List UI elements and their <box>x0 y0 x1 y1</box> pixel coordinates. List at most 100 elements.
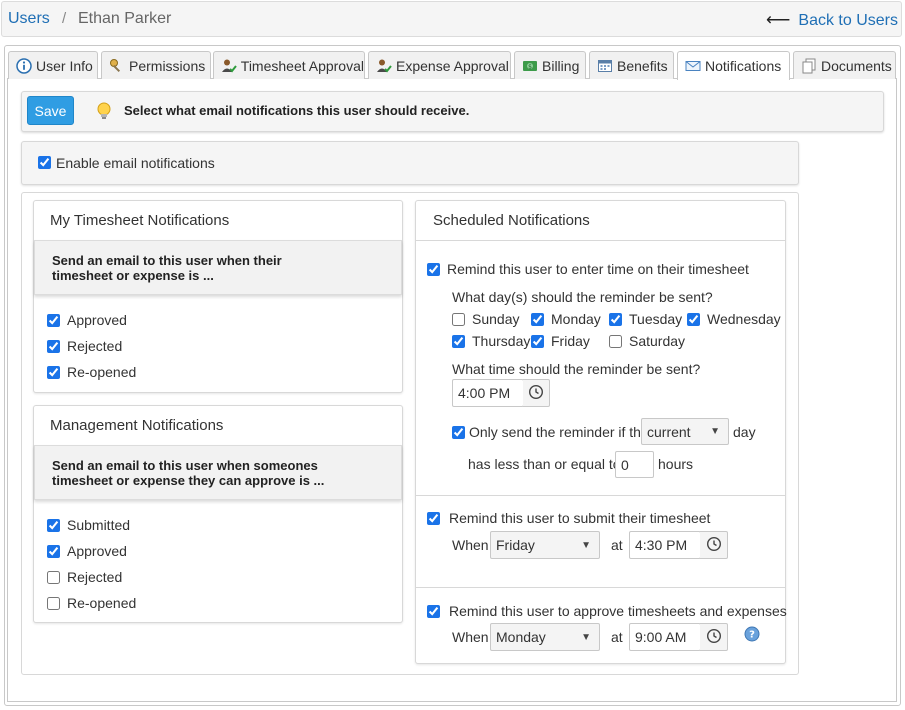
approve-reminder-checkbox[interactable] <box>427 604 440 618</box>
back-to-users-link[interactable]: ⟵ Back to Users <box>766 10 898 30</box>
clock-icon <box>706 536 722 555</box>
tab-billing[interactable]: $ Billing <box>514 51 586 79</box>
option-row[interactable]: Re-opened <box>47 595 136 611</box>
only-send-checkbox[interactable] <box>452 425 465 439</box>
info-icon <box>15 57 33 75</box>
submit-reminder-row[interactable]: Remind this user to submit their timeshe… <box>427 510 710 526</box>
day-sunday[interactable]: Sunday <box>452 311 519 327</box>
day-thursday[interactable]: Thursday <box>452 333 530 349</box>
day-saturday[interactable]: Saturday <box>609 333 685 349</box>
scheduled-title: Scheduled Notifications <box>433 212 590 229</box>
enter-time-reminder-row[interactable]: Remind this user to enter time on their … <box>427 261 749 277</box>
enable-notifications-label: Enable email notifications <box>56 155 215 171</box>
option-row[interactable]: Re-opened <box>47 364 136 380</box>
user-check-icon <box>375 57 393 75</box>
monday-checkbox[interactable] <box>531 312 544 326</box>
rejected-checkbox[interactable] <box>47 570 60 584</box>
approve-time-picker-button[interactable] <box>700 623 728 651</box>
day-label: Saturday <box>629 333 686 349</box>
approved-checkbox[interactable] <box>47 313 60 327</box>
friday-checkbox[interactable] <box>531 334 544 348</box>
wednesday-checkbox[interactable] <box>687 312 700 326</box>
enter-time-reminder-label: Remind this user to enter time on their … <box>447 261 749 277</box>
option-label: Submitted <box>67 517 131 533</box>
day-label: Sunday <box>472 311 520 327</box>
management-subheading: Send an email to this user when someones… <box>52 458 325 488</box>
tab-label: Benefits <box>617 57 668 74</box>
my-timesheet-subheading: Send an email to this user when their ti… <box>52 253 282 283</box>
submit-reminder-checkbox[interactable] <box>427 511 440 525</box>
help-icon[interactable]: ? <box>744 626 760 645</box>
saturday-checkbox[interactable] <box>609 334 622 348</box>
tab-timesheet-approval[interactable]: Timesheet Approval <box>213 51 365 79</box>
tab-notifications[interactable]: Notifications <box>677 51 790 80</box>
day-wednesday[interactable]: Wednesday <box>687 311 781 327</box>
day-tuesday[interactable]: Tuesday <box>609 311 682 327</box>
breadcrumb-separator: / <box>62 10 67 27</box>
back-arrow-icon: ⟵ <box>766 10 791 29</box>
tab-label: Expense Approval <box>396 57 509 74</box>
submit-time-input[interactable]: 4:30 PM <box>629 531 701 559</box>
lightbulb-icon <box>95 101 113 124</box>
reopened-checkbox[interactable] <box>47 596 60 610</box>
tab-benefits[interactable]: Benefits <box>589 51 674 79</box>
thursday-checkbox[interactable] <box>452 334 465 348</box>
approved-checkbox[interactable] <box>47 544 60 558</box>
day-friday[interactable]: Friday <box>531 333 590 349</box>
time-question: What time should the reminder be sent? <box>452 361 701 377</box>
approve-day-select[interactable]: Monday ▼ <box>490 623 600 651</box>
hours-input[interactable]: 0 <box>615 451 654 478</box>
enter-time-reminder-checkbox[interactable] <box>427 262 440 276</box>
when-label: When <box>452 629 489 645</box>
reopened-checkbox[interactable] <box>47 365 60 379</box>
option-row[interactable]: Rejected <box>47 338 122 354</box>
submit-reminder-label: Remind this user to submit their timeshe… <box>449 510 711 526</box>
svg-text:$: $ <box>528 63 532 70</box>
option-row[interactable]: Submitted <box>47 517 130 533</box>
money-icon: $ <box>521 57 539 75</box>
documents-icon <box>800 57 818 75</box>
tab-label: Timesheet Approval <box>240 57 364 74</box>
rejected-checkbox[interactable] <box>47 339 60 353</box>
approve-time-input[interactable]: 9:00 AM <box>629 623 701 651</box>
reminder-time-picker-button[interactable] <box>523 379 550 407</box>
submit-time-picker-button[interactable] <box>700 531 728 559</box>
tab-permissions[interactable]: Permissions <box>101 51 211 79</box>
sunday-checkbox[interactable] <box>452 312 465 326</box>
option-label: Approved <box>67 543 127 559</box>
day-label: Monday <box>551 311 601 327</box>
submitted-checkbox[interactable] <box>47 518 60 532</box>
tab-label: Documents <box>821 57 892 74</box>
toolbar-message: Select what email notifications this use… <box>124 103 470 118</box>
enable-notifications-checkbox[interactable] <box>38 156 51 169</box>
day-condition-select[interactable]: current ▼ <box>641 418 729 445</box>
save-button[interactable]: Save <box>27 96 74 125</box>
chevron-down-icon: ▼ <box>710 426 720 437</box>
envelope-icon <box>684 57 702 75</box>
tuesday-checkbox[interactable] <box>609 312 622 326</box>
tab-label: Notifications <box>705 58 782 74</box>
section-divider <box>416 495 785 496</box>
submit-day-select[interactable]: Friday ▼ <box>490 531 600 559</box>
day-monday[interactable]: Monday <box>531 311 601 327</box>
option-row[interactable]: Approved <box>47 543 127 559</box>
tab-documents[interactable]: Documents <box>793 51 896 79</box>
key-icon <box>108 57 126 75</box>
only-send-row[interactable]: Only send the reminder if the <box>452 424 649 440</box>
day-condition-value: current <box>647 423 691 440</box>
chevron-down-icon: ▼ <box>581 631 591 643</box>
at-label: at <box>611 537 623 553</box>
reminder-time-input[interactable]: 4:00 PM <box>452 379 524 407</box>
breadcrumb-users-link[interactable]: Users <box>8 10 50 28</box>
svg-text:?: ? <box>749 630 755 641</box>
when-label: When <box>452 537 489 553</box>
option-row[interactable]: Rejected <box>47 569 122 585</box>
approve-reminder-row[interactable]: Remind this user to approve timesheets a… <box>427 603 787 619</box>
option-row[interactable]: Approved <box>47 312 127 328</box>
option-label: Re-opened <box>67 364 137 380</box>
tab-expense-approval[interactable]: Expense Approval <box>368 51 511 79</box>
tab-label: Billing <box>542 57 580 74</box>
hours-suffix-label: hours <box>658 456 694 472</box>
day-suffix-label: day <box>733 424 756 440</box>
tab-user-info[interactable]: User Info <box>8 51 98 79</box>
